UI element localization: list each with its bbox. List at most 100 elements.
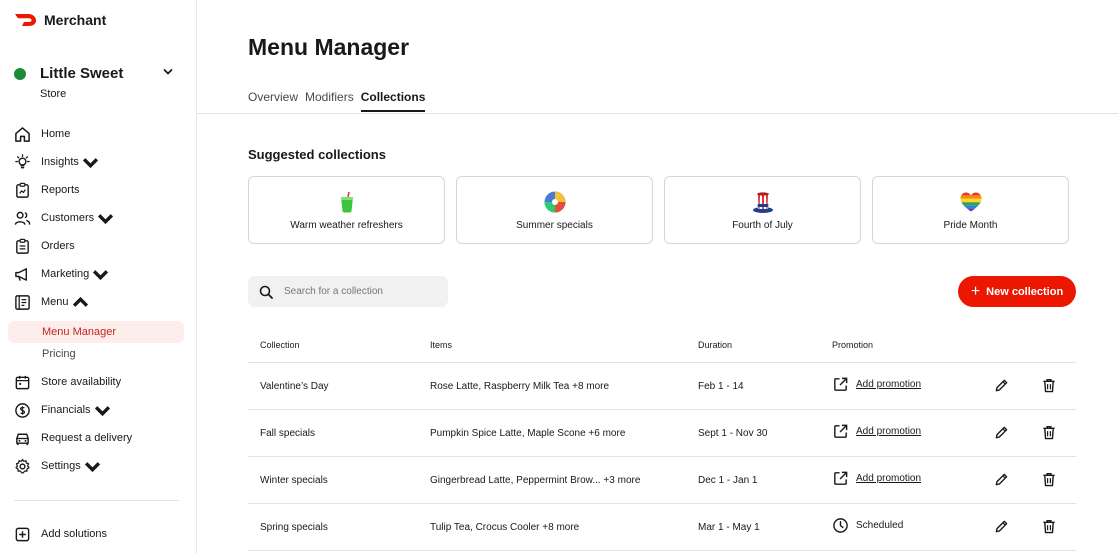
megaphone-icon xyxy=(15,267,27,281)
column-header-duration[interactable]: Duration xyxy=(698,340,732,350)
sidebar-divider xyxy=(14,500,179,501)
external-link-icon[interactable] xyxy=(832,423,849,440)
collection-name: Spring specials xyxy=(260,522,328,533)
sidebar-item-label: Customers xyxy=(41,212,95,224)
sidebar-item-insights[interactable]: Insights xyxy=(14,152,99,172)
sidebar-item-label: Marketing xyxy=(41,268,90,280)
trash-icon[interactable] xyxy=(1042,425,1056,440)
add-promotion-link[interactable]: Add promotion xyxy=(856,379,921,390)
pencil-icon[interactable] xyxy=(994,472,1009,487)
pencil-icon[interactable] xyxy=(994,425,1009,440)
collection-duration: Feb 1 - 14 xyxy=(698,381,744,392)
dollar-circle-icon xyxy=(15,402,30,418)
search-box[interactable] xyxy=(248,276,448,307)
trash-icon[interactable] xyxy=(1042,519,1056,534)
sidebar-item-label: Financials xyxy=(41,404,91,416)
search-input[interactable] xyxy=(284,286,434,297)
collection-duration: Mar 1 - May 1 xyxy=(698,522,760,533)
chevron-down-icon[interactable] xyxy=(162,66,174,78)
add-promotion-link[interactable]: Add promotion xyxy=(856,426,921,437)
collections-table: Collection Items Duration Promotion Vale… xyxy=(248,330,1076,551)
tab-modifiers[interactable]: Modifiers xyxy=(305,90,354,114)
rainbow-heart-icon xyxy=(960,192,981,211)
suggested-card-warm-weather[interactable]: Warm weather refreshers xyxy=(248,176,445,244)
suggested-card-summer-specials[interactable]: Summer specials xyxy=(456,176,653,244)
promotion-cell: Add promotion xyxy=(832,470,921,487)
trash-icon[interactable] xyxy=(1042,472,1056,487)
doordash-logo-icon xyxy=(15,14,36,26)
pencil-icon[interactable] xyxy=(994,378,1009,393)
brand-name: Merchant xyxy=(44,12,107,28)
sidebar-item-label: Add solutions xyxy=(41,528,108,540)
trash-icon[interactable] xyxy=(1042,378,1056,393)
collection-items: Pumpkin Spice Latte, Maple Scone +6 more xyxy=(430,428,626,439)
store-status-dot xyxy=(14,68,26,80)
table-row[interactable]: Valentine’s Day Rose Latte, Raspberry Mi… xyxy=(248,363,1076,410)
sidebar-item-label: Request a delivery xyxy=(41,432,133,444)
column-header-promotion[interactable]: Promotion xyxy=(832,340,873,350)
table-row[interactable]: Winter specials Gingerbread Latte, Peppe… xyxy=(248,457,1076,504)
sidebar-item-label: Menu xyxy=(41,296,69,308)
sidebar-item-store-availability[interactable]: Store availability xyxy=(14,372,121,392)
sidebar-item-menu[interactable]: Menu xyxy=(14,292,89,312)
calendar-icon xyxy=(15,375,30,389)
sidebar-item-menu-manager[interactable]: Menu Manager xyxy=(8,321,184,343)
promotion-cell: Add promotion xyxy=(832,376,921,393)
table-header: Collection Items Duration Promotion xyxy=(248,330,1076,363)
tab-overview[interactable]: Overview xyxy=(248,90,298,114)
sidebar-item-label: Insights xyxy=(41,156,79,168)
collection-name: Fall specials xyxy=(260,428,316,439)
suggested-card-fourth-of-july[interactable]: Fourth of July xyxy=(664,176,861,244)
sidebar-item-pricing[interactable]: Pricing xyxy=(8,343,184,365)
search-icon xyxy=(259,285,273,299)
new-collection-button[interactable]: + New collection xyxy=(958,276,1076,307)
sidebar-item-customers[interactable]: Customers xyxy=(14,208,114,228)
external-link-icon[interactable] xyxy=(832,470,849,487)
sidebar-item-label: Home xyxy=(41,128,71,140)
sidebar-item-financials[interactable]: Financials xyxy=(14,400,111,420)
gear-icon xyxy=(15,458,30,473)
table-row[interactable]: Spring specials Tulip Tea, Crocus Cooler… xyxy=(248,504,1076,551)
sidebar-item-label: Orders xyxy=(41,240,75,252)
external-link-icon[interactable] xyxy=(832,376,849,393)
suggested-collections: Warm weather refreshers Summer specials … xyxy=(248,176,1069,244)
collection-items: Rose Latte, Raspberry Milk Tea +8 more xyxy=(430,381,610,392)
sidebar-item-label: Settings xyxy=(41,460,81,472)
card-label: Warm weather refreshers xyxy=(290,219,403,231)
clock-icon xyxy=(833,518,848,533)
sidebar-item-add-solutions[interactable]: Add solutions xyxy=(14,524,107,544)
car-icon xyxy=(16,433,29,445)
column-header-items[interactable]: Items xyxy=(430,340,452,350)
promotion-cell: Add promotion xyxy=(832,423,921,440)
tabs-divider xyxy=(197,113,1118,114)
suggested-collections-title: Suggested collections xyxy=(248,147,386,162)
brand[interactable]: Merchant xyxy=(14,12,106,28)
add-promotion-link[interactable]: Add promotion xyxy=(856,473,921,484)
store-name: Little Sweet xyxy=(40,65,124,82)
tab-collections[interactable]: Collections xyxy=(360,90,425,114)
chevron-down-icon xyxy=(93,269,109,280)
sidebar-item-orders[interactable]: Orders xyxy=(14,236,75,256)
chevron-down-icon xyxy=(84,461,100,472)
home-icon xyxy=(15,126,30,142)
plus-icon: + xyxy=(970,282,981,300)
beach-ball-icon xyxy=(544,191,565,212)
sidebar-item-settings[interactable]: Settings xyxy=(14,456,101,476)
orders-icon xyxy=(16,238,29,254)
plus-square-icon xyxy=(15,527,30,541)
sidebar-item-marketing[interactable]: Marketing xyxy=(14,264,109,284)
sidebar-item-reports[interactable]: Reports xyxy=(14,180,80,200)
scheduled-status: Scheduled xyxy=(856,520,904,531)
collection-duration: Sept 1 - Nov 30 xyxy=(698,428,768,439)
suggested-card-pride-month[interactable]: Pride Month xyxy=(872,176,1069,244)
column-header-collection[interactable]: Collection xyxy=(260,340,300,350)
card-label: Summer specials xyxy=(516,219,593,231)
drink-icon xyxy=(340,191,353,212)
tab-bar: Overview Modifiers Collections xyxy=(248,90,425,114)
sidebar-item-request-delivery[interactable]: Request a delivery xyxy=(14,428,132,448)
pencil-icon[interactable] xyxy=(994,519,1009,534)
sidebar-item-label: Reports xyxy=(41,184,80,196)
page-title: Menu Manager xyxy=(248,34,410,60)
sidebar-item-home[interactable]: Home xyxy=(14,124,70,144)
table-row[interactable]: Fall specials Pumpkin Spice Latte, Maple… xyxy=(248,410,1076,457)
